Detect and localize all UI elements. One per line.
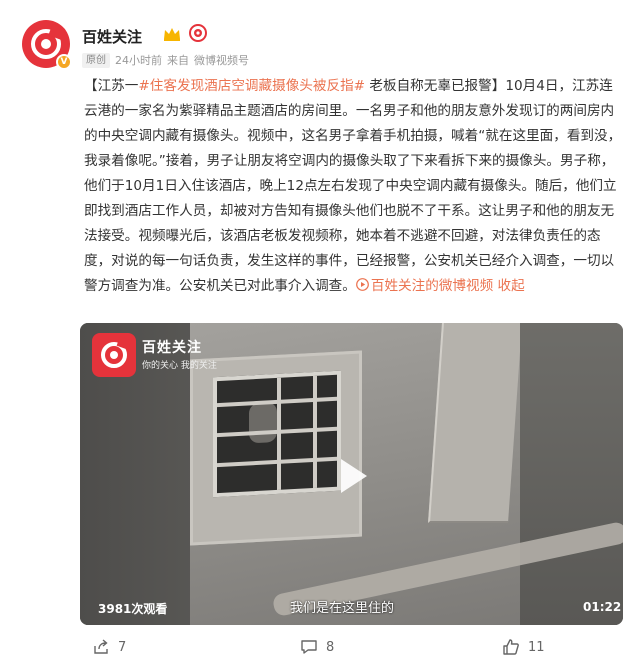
video-vent-grille (213, 370, 341, 498)
post-source[interactable]: 微博视频号 (194, 52, 249, 68)
comment-button[interactable]: 8 (300, 633, 334, 661)
share-button[interactable]: 7 (92, 633, 126, 661)
hashtag-link[interactable]: #住客发现酒店空调藏摄像头被反指# (138, 78, 365, 94)
comment-icon (301, 640, 317, 654)
action-bar: 7 8 11 (0, 633, 640, 661)
badge-icon[interactable] (188, 23, 208, 43)
like-icon (503, 639, 519, 655)
post-meta: 原创 24小时前 来自 微博视频号 (82, 52, 249, 68)
video-vent (190, 350, 362, 546)
video-subtitle: 我们是在这里住的 (290, 601, 395, 616)
video-wall-right (520, 323, 623, 625)
vent-bar (313, 375, 317, 489)
share-icon (94, 639, 108, 654)
collapse-link[interactable]: 收起 (498, 278, 525, 294)
verified-badge-icon: V (56, 54, 72, 70)
video-link[interactable]: 百姓关注的微博视频 (371, 278, 493, 294)
author-name[interactable]: 百姓关注 (82, 26, 142, 47)
video-brand-slogan: 你的关心 我的关注 (142, 361, 217, 371)
crown-icon[interactable] (162, 26, 182, 42)
view-count: 3981次观看 (98, 602, 168, 616)
post-text: 【江苏一#住客发现酒店空调藏摄像头被反指# 老板自称无辜已报警】10月4日，江苏… (84, 74, 622, 299)
like-button[interactable]: 11 (502, 633, 545, 661)
like-count: 11 (528, 639, 545, 655)
video-duration: 01:22 (583, 600, 622, 614)
play-icon (355, 278, 369, 291)
video-ceiling-panel (428, 323, 522, 523)
play-button-icon[interactable] (331, 455, 373, 497)
vent-bar (277, 377, 281, 490)
logo-dot (110, 351, 118, 359)
source-prefix: 来自 (167, 54, 189, 67)
video-brand-logo (92, 333, 136, 377)
video-player[interactable]: 百姓关注 你的关心 我的关注 3981次观看 我们是在这里住的 01:22 (80, 323, 623, 625)
video-brand-name: 百姓关注 (142, 340, 202, 356)
avatar-dot (41, 39, 51, 49)
post-time: 24小时前 (115, 54, 162, 67)
share-count: 7 (118, 639, 127, 655)
text-body: 老板自称无辜已报警】10月4日，江苏连云港的一家名为紫驿精品主题酒店的房间里。一… (84, 78, 622, 294)
comment-count: 8 (326, 639, 335, 655)
video-camera-shape (249, 401, 277, 444)
original-tag: 原创 (82, 52, 110, 68)
post-header: V 百姓关注 原创 24小时前 来自 微博视频号 (14, 12, 626, 72)
text-prefix: 【江苏一 (84, 78, 139, 94)
